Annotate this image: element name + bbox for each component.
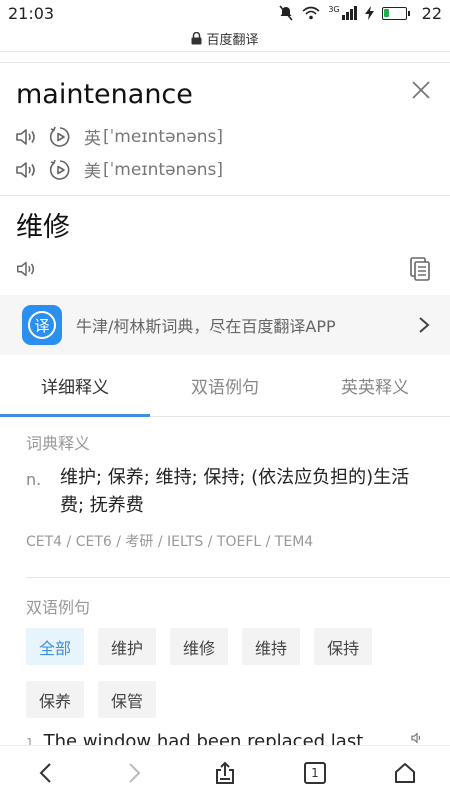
filter-chip-all[interactable]: 全部	[26, 628, 85, 665]
query-word: maintenance	[16, 79, 193, 110]
replay-icon[interactable]	[48, 158, 72, 182]
baidu-translate-logo: 译	[22, 305, 62, 345]
translation-text: 维修	[16, 212, 70, 243]
phonetic-region: 美	[84, 162, 101, 182]
wifi-icon	[302, 6, 320, 20]
speaker-icon[interactable]	[14, 158, 38, 182]
tab-bar: 详细释义 双语例句 英英释义	[0, 355, 450, 417]
url-bar[interactable]: 百度翻译	[0, 26, 450, 52]
copy-icon[interactable]	[408, 256, 432, 282]
divider	[26, 577, 450, 578]
filter-chip[interactable]: 维护	[98, 628, 157, 665]
forward-button[interactable]	[90, 746, 180, 800]
status-time: 21:03	[8, 3, 55, 23]
speaker-icon[interactable]	[14, 258, 38, 280]
speaker-icon[interactable]	[406, 731, 428, 745]
network-type-label: 3G	[328, 5, 340, 14]
dictionary-section-title: 词典释义	[26, 434, 91, 453]
home-icon	[395, 763, 415, 783]
chevron-right-icon	[129, 763, 141, 783]
tab-english-definitions[interactable]: 英英释义	[300, 355, 450, 416]
filter-chip[interactable]: 保持	[314, 628, 373, 665]
status-icons: 3G 22	[278, 4, 442, 23]
tab-detailed-meaning[interactable]: 详细释义	[0, 355, 150, 417]
back-button[interactable]	[0, 746, 90, 800]
share-icon	[216, 761, 234, 784]
page-title: 百度翻译	[206, 33, 259, 48]
speaker-icon[interactable]	[14, 125, 38, 149]
example-number: 1	[26, 736, 34, 745]
exam-levels: CET4 / CET6 / 考研 / IELTS / TOEFL / TEM4	[26, 534, 314, 550]
status-bar: 21:03 3G 22	[0, 0, 450, 26]
tab-bilingual-examples[interactable]: 双语例句	[150, 355, 300, 416]
tab-count-icon: 1	[304, 762, 326, 784]
battery-level: 22	[421, 3, 442, 23]
battery-icon	[381, 6, 410, 20]
chevron-left-icon	[39, 763, 51, 783]
mute-icon	[279, 5, 293, 21]
filter-chip[interactable]: 维修	[170, 628, 229, 665]
lock-icon	[191, 32, 202, 45]
signal-icon: 3G	[328, 5, 357, 20]
example-filter-chips: 全部 维护 维修 维持 保持 保养 保管	[26, 628, 426, 718]
example-sentence: 1 The window had been replaced last	[26, 731, 426, 745]
app-promo-banner[interactable]: 译 牛津/柯林斯词典，尽在百度翻译APP	[0, 295, 450, 355]
browser-bottom-nav: 1	[0, 745, 450, 800]
home-button[interactable]	[360, 746, 450, 800]
chevron-right-icon	[419, 317, 430, 333]
phonetic-ipa: [ˈmeɪntənəns]	[103, 126, 224, 147]
share-button[interactable]	[180, 746, 270, 800]
phonetic-region: 英	[84, 129, 101, 149]
filter-chip[interactable]: 保管	[98, 681, 157, 718]
logo-char: 译	[28, 311, 56, 339]
word-section: maintenance 英 [ˈmeɪntənəns] 美 [ˈmeɪntənə…	[0, 62, 450, 196]
filter-chip[interactable]: 维持	[242, 628, 301, 665]
tabs-button[interactable]: 1	[270, 746, 360, 800]
examples-section-title: 双语例句	[26, 598, 91, 617]
phonetic-ipa: [ˈmeɪntənəns]	[103, 159, 224, 180]
definition-text: 维护; 保养; 维持; 保持; (依法应负担的)生活费; 抚养费	[60, 467, 410, 516]
phonetic-row-us: 美 [ˈmeɪntənəns]	[14, 157, 223, 182]
filter-chip[interactable]: 保养	[26, 681, 85, 718]
charging-bolt-icon	[364, 6, 374, 20]
close-icon[interactable]	[410, 79, 432, 101]
part-of-speech: n.	[26, 470, 42, 489]
banner-text: 牛津/柯林斯词典，尽在百度翻译APP	[76, 317, 336, 336]
example-sentence-text: The window had been replaced last	[43, 731, 364, 745]
replay-icon[interactable]	[48, 125, 72, 149]
phonetic-row-uk: 英 [ˈmeɪntənəns]	[14, 124, 223, 149]
